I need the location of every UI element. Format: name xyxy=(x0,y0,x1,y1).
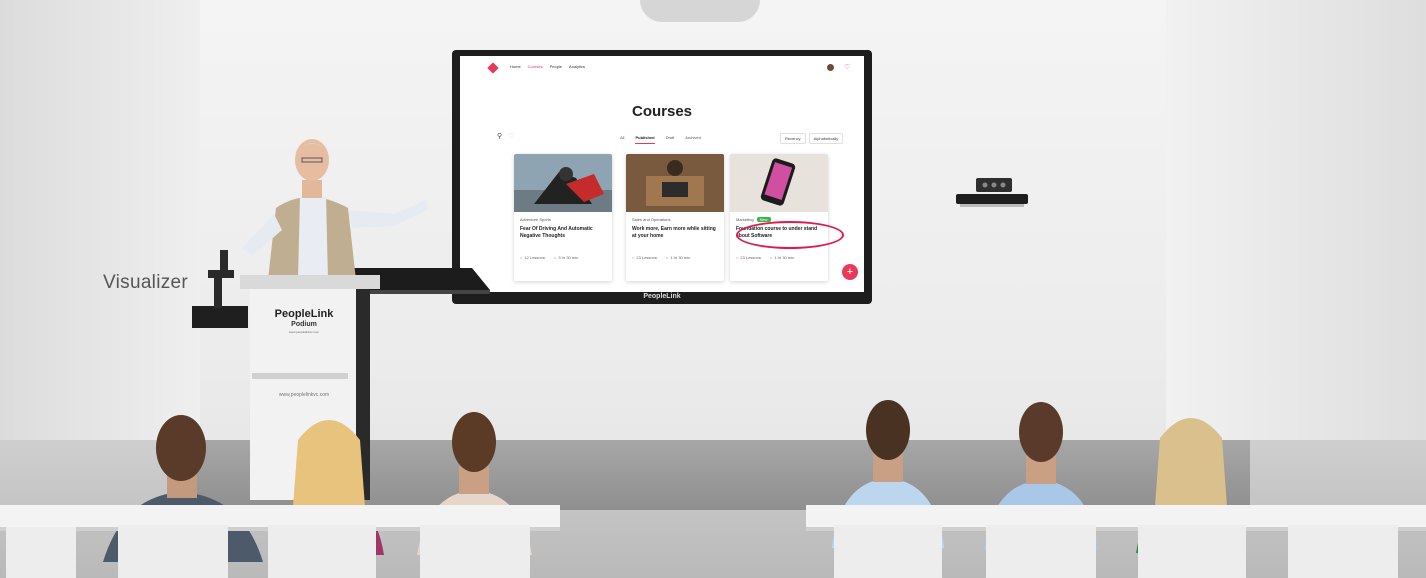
heart-icon[interactable]: ♡ xyxy=(508,133,514,140)
card-duration: 3 hr 30 min xyxy=(558,255,579,260)
clock-icon: ○ xyxy=(769,255,773,260)
card-duration: 1 hr 30 min xyxy=(670,255,691,260)
card-image xyxy=(514,154,612,212)
card-image xyxy=(626,154,724,212)
card-title: Fear Of Driving And Automatic Negative T… xyxy=(520,226,593,239)
sort-alphabetically[interactable]: Alphabetically xyxy=(808,133,844,144)
podium-product: Podium xyxy=(291,321,317,328)
monitor-brand: PeopleLink xyxy=(643,293,681,300)
course-card[interactable]: Adventure Sports Fear Of Driving And Aut… xyxy=(514,154,612,281)
clock-icon: ○ xyxy=(665,255,669,260)
page-title: Courses xyxy=(631,103,693,120)
annotation-circle xyxy=(736,221,844,249)
toolbar: ⚲ ♡ xyxy=(497,132,514,140)
card-lessons: 23 Lessons xyxy=(636,255,657,260)
add-course-button[interactable]: + xyxy=(842,264,858,280)
avatar[interactable] xyxy=(827,64,834,71)
podium-brand: PeopleLink xyxy=(274,308,334,320)
card-meta: ○ 23 Lessons ○ 1 hr 30 min xyxy=(736,255,794,260)
classroom-scene: Visualizer Home Courses People Analytics… xyxy=(0,0,1426,578)
course-tabs: All Published Draft Archived xyxy=(620,135,701,144)
card-duration: 1 hr 30 min xyxy=(774,255,795,260)
ceiling-lamp xyxy=(640,0,760,22)
book-icon: ○ xyxy=(736,255,739,260)
app-logo-icon xyxy=(487,62,499,74)
podium-site: www.peoplelinkvc.com xyxy=(288,330,320,334)
card-lessons: 23 Lessons xyxy=(740,255,761,260)
podium-url: www.peoplelinkvc.com xyxy=(278,392,330,398)
visualizer-label: Visualizer xyxy=(103,272,189,293)
wall-receiver-device xyxy=(956,178,1028,207)
sort-recency[interactable]: Recency xyxy=(780,133,806,144)
search-icon[interactable]: ⚲ xyxy=(497,133,502,140)
card-meta: ○ 23 Lessons ○ 1 hr 30 min xyxy=(632,255,690,260)
nav-courses[interactable]: Courses xyxy=(528,64,543,69)
display-screen: Home Courses People Analytics ♡ Courses … xyxy=(460,56,864,292)
bell-icon[interactable]: ♡ xyxy=(844,64,850,71)
tab-all[interactable]: All xyxy=(620,135,624,144)
student-desks xyxy=(0,505,1426,578)
clock-icon: ○ xyxy=(553,255,557,260)
card-category: Marketing New xyxy=(736,217,771,222)
tab-published[interactable]: Published xyxy=(635,135,655,144)
app-nav: Home Courses People Analytics ♡ xyxy=(460,56,864,78)
card-title: Work more, Earn more while sitting at yo… xyxy=(632,226,716,239)
nav-people[interactable]: People xyxy=(550,64,562,69)
sort-controls: Recency Alphabetically xyxy=(780,133,844,144)
card-category: Adventure Sports xyxy=(520,217,551,222)
course-card[interactable]: Sales and Operations Work more, Earn mor… xyxy=(626,154,724,281)
card-image xyxy=(730,154,828,212)
tab-archived[interactable]: Archived xyxy=(685,135,701,144)
nav-links: Home Courses People Analytics xyxy=(510,64,585,69)
card-meta: ○ 12 Lessons ○ 3 hr 30 min xyxy=(520,255,578,260)
book-icon: ○ xyxy=(632,255,635,260)
tab-draft[interactable]: Draft xyxy=(666,135,675,144)
nav-analytics[interactable]: Analytics xyxy=(569,64,585,69)
book-icon: ○ xyxy=(520,255,523,260)
presenter xyxy=(242,139,428,280)
course-card[interactable]: Marketing New Foundation course to under … xyxy=(730,154,828,281)
card-category: Sales and Operations xyxy=(632,217,671,222)
nav-home[interactable]: Home xyxy=(510,64,521,69)
card-lessons: 12 Lessons xyxy=(524,255,545,260)
interactive-display: Home Courses People Analytics ♡ Courses … xyxy=(452,50,872,304)
